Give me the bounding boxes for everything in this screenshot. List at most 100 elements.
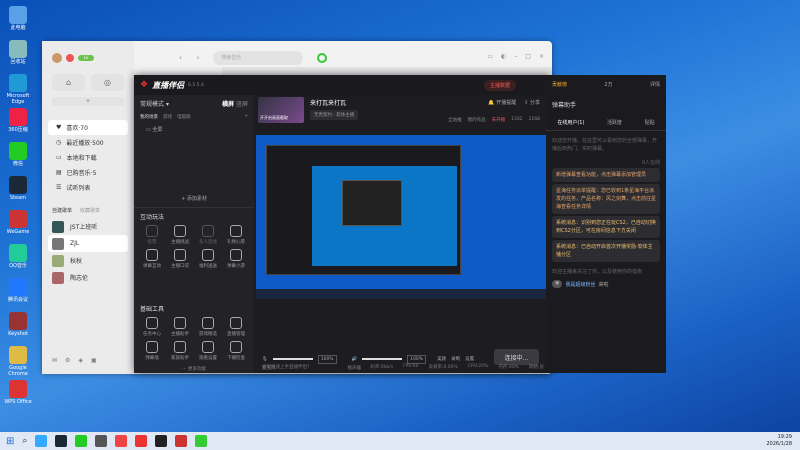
tab-landscape[interactable]: 横屏 [222, 101, 234, 108]
gamepad-icon[interactable]: ◈ [78, 357, 83, 364]
tab-created-playlists[interactable]: 自建歌单 [52, 207, 72, 214]
taskbar-app-1[interactable] [35, 435, 48, 447]
mail-icon[interactable]: ✉ [52, 357, 57, 364]
monitor-icon: ▭ [146, 127, 151, 133]
search-icon[interactable]: ⌕ [22, 436, 27, 446]
reminder-button[interactable]: 🔔 开播提醒 [488, 99, 516, 106]
tool-label: 主播助手 [171, 332, 189, 337]
minimize-icon[interactable]: – [514, 53, 517, 60]
search-input[interactable]: 搜索音乐 [213, 50, 304, 65]
tool-item[interactable]: 直播管理 [222, 317, 250, 337]
desktop-icon[interactable]: 回收站 [2, 40, 34, 65]
detail-button[interactable]: 评情 [650, 81, 660, 88]
playlist-item[interactable]: 陶志伦 [42, 269, 134, 286]
taskbar-app-4[interactable] [95, 435, 108, 447]
skin-icon[interactable]: ◐ [501, 53, 506, 60]
maximize-icon[interactable]: □ [525, 53, 531, 60]
desktop-icon[interactable]: 微信 [2, 142, 34, 167]
desktop-icon[interactable]: WPS Office [2, 380, 34, 405]
music-nav-item[interactable]: ☰ 试听列表 [42, 180, 134, 195]
tab-portrait[interactable]: 竖屏 [236, 101, 248, 108]
mini-icon[interactable]: ▭ [487, 53, 493, 60]
stream-preview[interactable] [256, 135, 546, 299]
stat-push[interactable]: 全站推 [448, 117, 462, 123]
desktop-icon[interactable]: 此电脑 [2, 6, 34, 31]
danmu-panel: 贡献榜 2万 评情 弹幕助手 在线用户(1) 活跃度 贴贴 欢迎您开播，在这里可以看… [546, 75, 666, 373]
tool-item[interactable]: 多人连线 [194, 225, 222, 245]
taskbar-wechat[interactable] [75, 435, 88, 447]
nav-icon: ▤ [56, 169, 62, 176]
tool-item[interactable]: 弹幕小游 [222, 249, 250, 269]
tool-item[interactable]: 任务中心 [138, 317, 166, 337]
desktop-icon[interactable]: QQ音乐 [2, 244, 34, 269]
scene-tab-0[interactable]: 我的场景 [140, 114, 158, 120]
add-scene-icon[interactable]: + [244, 114, 248, 120]
tool-item[interactable]: 家族助手 [166, 341, 194, 361]
avatar[interactable] [52, 52, 62, 63]
playlist-item[interactable]: JST上班听 [42, 218, 134, 235]
toolbox-icon[interactable]: ▣ [91, 357, 97, 364]
cover-thumbnail[interactable]: 开开启画面截取 [258, 97, 304, 123]
tool-item[interactable]: 礼物心愿 [222, 225, 250, 245]
mode-select[interactable]: 常规模式 ▾ [140, 99, 169, 108]
tool-item[interactable]: 观看设置 [194, 341, 222, 361]
tool-item[interactable]: 下播检查 [222, 341, 250, 361]
music-nav-item[interactable]: ▭ 本地和下载 [42, 150, 134, 165]
tool-item[interactable]: 游戏精选 [194, 317, 222, 337]
tab-activity[interactable]: 活跃度 [607, 119, 622, 126]
back-icon[interactable]: ‹ [179, 53, 182, 62]
tab-online[interactable]: 在线用户(1) [557, 119, 584, 126]
tab-collected-playlists[interactable]: 收藏歌单 [80, 207, 100, 214]
taskbar-app-7[interactable] [155, 435, 168, 447]
more-functions-link[interactable]: ··· 更多功能 [134, 366, 254, 372]
taskbar-app-8[interactable] [175, 435, 188, 447]
taskbar-steam[interactable] [55, 435, 68, 447]
contribution-rank[interactable]: 贡献榜 [552, 81, 567, 88]
desktop-icon[interactable]: 360压缩 [2, 108, 34, 133]
taskbar-app-5[interactable] [115, 435, 128, 447]
desktop-icon[interactable]: Steam [2, 176, 34, 201]
scene-tab-1[interactable]: 游戏 [163, 114, 172, 120]
tool-icon [202, 249, 214, 261]
scene-tab-2[interactable]: 电脑端 [177, 114, 191, 120]
tool-item[interactable]: 投票 [138, 225, 166, 245]
taskbar-qqmusic[interactable] [195, 435, 208, 447]
scene-item[interactable]: ▭ 全屏 [134, 122, 254, 137]
desktop-icon[interactable]: WeGame [2, 210, 34, 235]
close-icon[interactable]: × [539, 53, 544, 60]
help-link[interactable]: 如何快速上手直播伴侣？ [262, 364, 312, 370]
tool-item[interactable]: 主播助手 [166, 317, 194, 337]
desktop-icon[interactable]: Google Chrome [2, 346, 34, 377]
tool-item[interactable]: 主播口袋 [166, 249, 194, 269]
tool-item[interactable]: 弹幕互动 [138, 249, 166, 269]
discover-icon[interactable]: ◎ [91, 74, 124, 91]
playlist-item[interactable]: ZJL [48, 235, 128, 252]
share-button[interactable]: ⇪ 分享 [524, 99, 540, 106]
desktop-icon[interactable]: 腾讯会议 [2, 278, 34, 303]
music-nav-item[interactable]: ◷ 最近播放·500 [42, 135, 134, 150]
music-nav-item[interactable]: ♥ 喜欢·70 [48, 120, 128, 135]
tool-item[interactable]: 主播挑战 [166, 225, 194, 245]
playlist-item[interactable]: 秋秋 [42, 252, 134, 269]
room-category[interactable]: 无畏契约 · 软体主播 [310, 110, 359, 120]
playlist-name: 陶志伦 [70, 275, 89, 282]
host-data-button[interactable]: 主播数据 [484, 80, 517, 91]
tool-item[interactable]: 弹幕墙 [138, 341, 166, 361]
desktop-icon[interactable]: Microsoft Edge [2, 74, 34, 105]
add-button[interactable]: + [52, 97, 124, 106]
room-title[interactable]: 来打瓦来打瓦 [310, 98, 346, 107]
stat-works[interactable]: 我的作品 [468, 117, 486, 123]
home-icon[interactable]: ⌂ [52, 74, 85, 91]
tab-stick[interactable]: 贴贴 [645, 119, 655, 126]
fan-name[interactable]: 我是超级粉丝 [565, 281, 595, 288]
taskbar-stream[interactable] [135, 435, 148, 447]
desktop-icon[interactable]: Keyshot [2, 312, 34, 337]
tool-item[interactable]: 福利送送 [194, 249, 222, 269]
listen-icon[interactable] [317, 52, 328, 63]
clock[interactable]: 19:29 2026/1/28 [766, 434, 792, 448]
forward-icon[interactable]: › [196, 53, 199, 62]
gear-icon[interactable]: ⚙ [65, 357, 70, 364]
start-icon[interactable]: ⊞ [6, 436, 14, 447]
music-nav-item[interactable]: ▤ 已购音乐·5 [42, 165, 134, 180]
add-material-button[interactable]: + 添加素材 [134, 195, 254, 202]
